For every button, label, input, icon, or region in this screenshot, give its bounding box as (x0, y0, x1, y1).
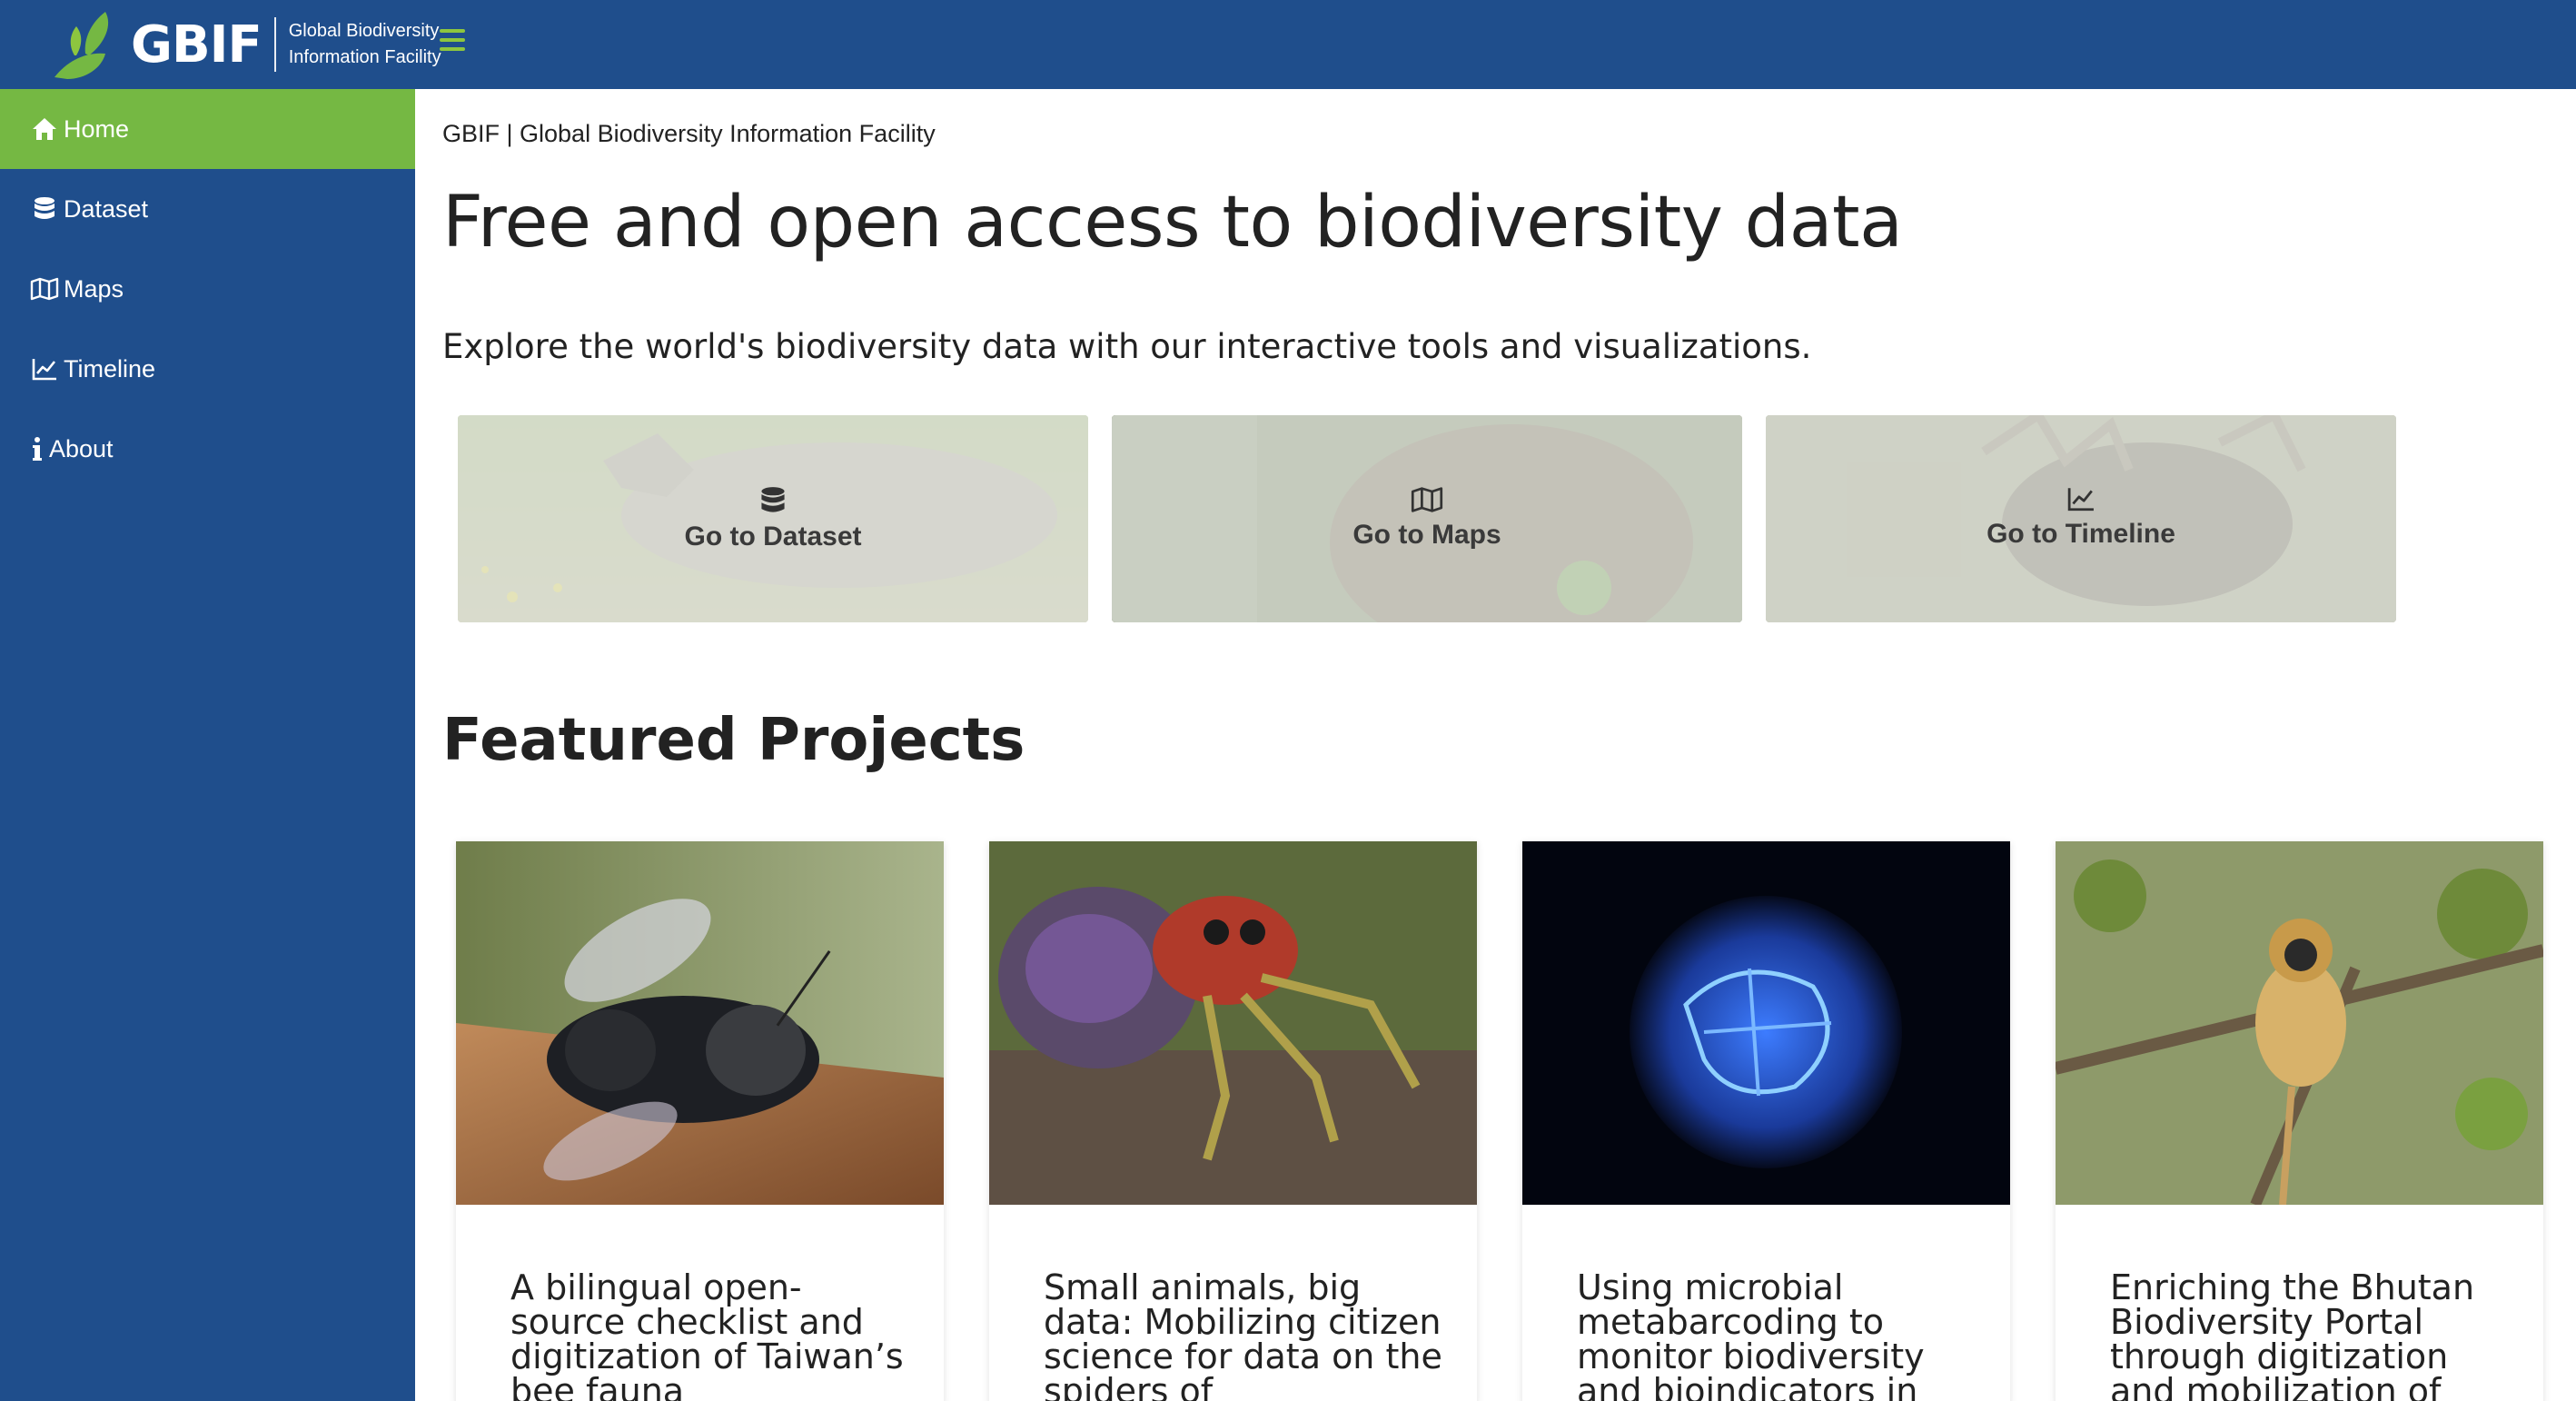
card-content: Go to Dataset (458, 486, 1088, 552)
breadcrumb: GBIF | Global Biodiversity Information F… (442, 120, 936, 147)
bee-photo (456, 841, 944, 1205)
top-bar: GBIF Global Biodiversity Information Fac… (0, 0, 2576, 89)
card-label: Go to Timeline (1986, 519, 2175, 549)
sidebar: Home Dataset Maps Timeline About (0, 89, 415, 1401)
card-label: Go to Dataset (684, 522, 862, 551)
sidebar-item-home[interactable]: Home (0, 89, 415, 169)
quick-nav-cards: Go to Dataset Go to Maps Go to Timeline (458, 415, 2438, 622)
chart-line-icon (29, 353, 60, 384)
project-card[interactable]: A bilingual open-source checklist and di… (456, 841, 944, 1401)
sidebar-item-label: Maps (64, 274, 124, 303)
project-card[interactable]: Enriching the Bhutan Biodiversity Portal… (2056, 841, 2543, 1401)
project-card[interactable]: Using microbial metabarcoding to monitor… (1522, 841, 2010, 1401)
main-content: GBIF | Global Biodiversity Information F… (415, 89, 2576, 1401)
featured-projects-list: A bilingual open-source checklist and di… (456, 841, 2572, 1401)
project-title: Small animals, big data: Mobilizing citi… (1044, 1267, 1442, 1401)
logo-subtitle: Global Biodiversity Information Facility (289, 18, 441, 71)
sidebar-item-label: Timeline (64, 354, 156, 383)
sidebar-item-timeline[interactable]: Timeline (0, 329, 415, 409)
page-title: Free and open access to biodiversity dat… (442, 182, 1903, 263)
database-icon (760, 486, 786, 517)
card-content: Go to Timeline (1766, 486, 2396, 550)
gbif-logo[interactable]: GBIF Global Biodiversity Information Fac… (49, 5, 441, 84)
project-title: Enriching the Bhutan Biodiversity Portal… (2110, 1267, 2475, 1401)
map-icon (1411, 486, 1443, 517)
project-title: A bilingual open-source checklist and di… (510, 1267, 904, 1401)
sidebar-item-label: About (49, 434, 114, 462)
featured-projects-heading: Featured Projects (442, 707, 1025, 774)
card-content: Go to Maps (1112, 486, 1742, 551)
info-icon (29, 433, 45, 464)
logo-subtitle-line2: Information Facility (288, 47, 441, 67)
home-icon (29, 114, 60, 144)
langur-photo (2056, 841, 2543, 1205)
project-title: Using microbial metabarcoding to monitor… (1577, 1267, 1925, 1401)
logo-wordmark: GBIF (131, 15, 263, 75)
map-icon (29, 273, 60, 304)
go-to-maps-card[interactable]: Go to Maps (1112, 415, 1742, 622)
logo-divider (273, 17, 276, 72)
card-label: Go to Maps (1352, 520, 1501, 550)
sidebar-item-label: Dataset (64, 194, 149, 223)
microbe-photo (1522, 841, 2010, 1205)
leaf-logo-icon (54, 12, 109, 79)
go-to-dataset-card[interactable]: Go to Dataset (458, 415, 1088, 622)
logo-subtitle-line1: Global Biodiversity (288, 21, 440, 41)
page-subtitle: Explore the world's biodiversity data wi… (442, 327, 1812, 366)
go-to-timeline-card[interactable]: Go to Timeline (1766, 415, 2396, 622)
project-card[interactable]: Small animals, big data: Mobilizing citi… (989, 841, 1477, 1401)
sidebar-item-maps[interactable]: Maps (0, 249, 415, 329)
sidebar-item-about[interactable]: About (0, 409, 415, 489)
database-icon (29, 194, 60, 224)
hamburger-icon[interactable] (440, 29, 465, 56)
spider-photo (989, 841, 1477, 1205)
sidebar-item-label: Home (64, 114, 130, 143)
chart-line-icon (2067, 486, 2095, 517)
sidebar-item-dataset[interactable]: Dataset (0, 169, 415, 249)
